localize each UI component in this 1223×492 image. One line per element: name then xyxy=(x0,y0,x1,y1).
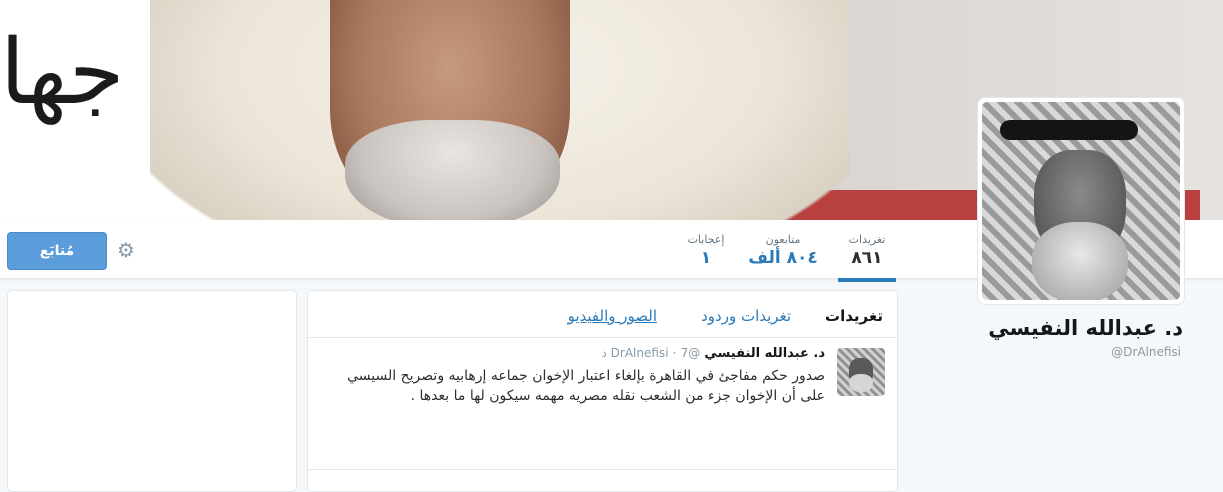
banner-beard xyxy=(345,120,560,220)
stat-followers-value: ٨٠٤ ألف xyxy=(748,248,818,268)
tab-tweets[interactable]: تغريدات xyxy=(825,307,883,325)
tweet-separator: · xyxy=(672,346,677,360)
stat-likes-value: ١ xyxy=(700,248,712,268)
stat-followers[interactable]: متابعون ٨٠٤ ألف xyxy=(748,233,818,268)
stat-followers-label: متابعون xyxy=(765,233,801,246)
tweet-item[interactable]: د. عبدالله النفيسي @DrAlnefisi · 7 د صدو… xyxy=(308,338,897,470)
tweet-avatar[interactable] xyxy=(837,348,885,396)
timeline: تغريدات تغريدات وردود الصور والفيديو د. … xyxy=(307,290,898,492)
timeline-tabs: تغريدات تغريدات وردود الصور والفيديو xyxy=(308,291,897,338)
tweet-avatar-beard xyxy=(849,374,873,392)
stat-tweets[interactable]: تغريدات ٨٦١ xyxy=(838,233,896,282)
tweet-author-name[interactable]: د. عبدالله النفيسي xyxy=(704,346,825,361)
profile-avatar[interactable] xyxy=(977,97,1185,305)
tab-tweets-replies[interactable]: تغريدات وردود xyxy=(701,307,791,325)
avatar-beard xyxy=(1032,222,1128,300)
stat-tweets-label: تغريدات xyxy=(848,233,886,246)
banner-wall-text: جها xyxy=(0,20,131,125)
tab-media[interactable]: الصور والفيديو xyxy=(568,307,657,325)
stat-tweets-value: ٨٦١ xyxy=(851,248,883,268)
sidebar-module xyxy=(7,290,297,492)
stat-likes[interactable]: إعجابات ١ xyxy=(680,233,732,268)
avatar-image xyxy=(982,102,1180,300)
profile-handle[interactable]: @DrAlnefisi xyxy=(1111,345,1181,359)
following-button[interactable]: مُتابَع xyxy=(7,232,107,270)
gear-icon[interactable]: ⚙ xyxy=(117,240,137,260)
profile-name[interactable]: د. عبدالله النفيسي xyxy=(988,316,1183,340)
tweet-header: د. عبدالله النفيسي @DrAlnefisi · 7 د xyxy=(602,346,826,361)
tweet-text: صدور حكم مفاجئ في القاهرة بإلغاء اعتبار … xyxy=(347,368,825,404)
avatar-agal xyxy=(1000,120,1138,140)
stat-likes-label: إعجابات xyxy=(687,233,725,246)
